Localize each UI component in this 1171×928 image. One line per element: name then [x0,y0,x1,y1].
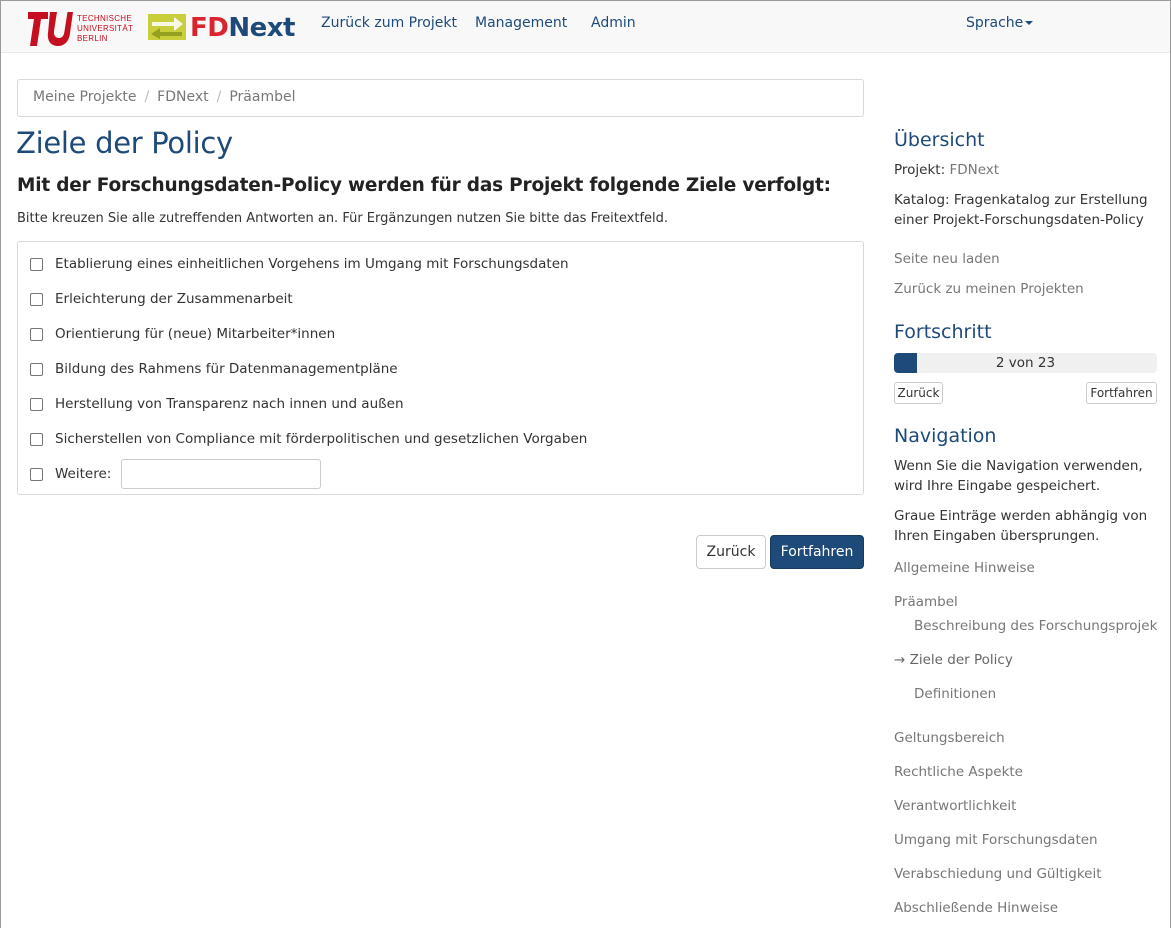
checkbox[interactable] [30,467,43,481]
top-navbar: TECHNISCHE UNIVERSITÄT BERLIN FDNext Zur… [1,1,1170,53]
breadcrumb-separator: / [216,89,222,105]
nav-item-preamble[interactable]: Präambel [894,594,958,610]
checkbox[interactable] [30,257,43,271]
page-title: Ziele der Policy [16,126,233,160]
project-info: Projekt: FDNext [894,160,1164,180]
navigation-info-1: Wenn Sie die Navigation verwenden, wird … [894,458,1143,494]
progress-heading: Fortschritt [894,321,992,343]
nav-item-definitions[interactable]: Definitionen [914,686,996,702]
checkbox[interactable] [30,292,43,306]
navigation-info-2: Graue Einträge werden abhängig von Ihren… [894,508,1148,544]
fdnext-wordmark: FDNext [190,12,295,44]
continue-button[interactable]: Fortfahren [770,535,864,569]
catalog-label: Katalog: [894,192,950,208]
option-item[interactable]: Herstellung von Transparenz nach innen u… [30,394,404,414]
breadcrumb: Meine Projekte / FDNext / Präambel [17,79,864,117]
progress-continue-button[interactable]: Fortfahren [1086,382,1157,404]
nav-item-responsibility[interactable]: Verantwortlichkeit [894,798,1016,814]
option-item[interactable]: Orientierung für (neue) Mitarbeiter*inne… [30,324,335,344]
nav-item-general-notes[interactable]: Allgemeine Hinweise [894,560,1035,576]
other-label: Weitere: [55,466,112,482]
checkbox[interactable] [30,362,43,376]
reload-link[interactable]: Seite neu laden [894,251,1000,267]
checkbox[interactable] [30,432,43,446]
options-panel: Etablierung eines einheitlichen Vorgehen… [17,241,864,495]
tu-wordmark: TECHNISCHE UNIVERSITÄT BERLIN [77,14,133,44]
tu-logo-icon [28,12,73,46]
nav-item-project-description[interactable]: Beschreibung des Forschungsprojek… [914,618,1159,634]
nav-item-final-notes[interactable]: Abschließende Hinweise [894,900,1058,916]
tu-line-1: TECHNISCHE [77,14,133,23]
nav-item-scope[interactable]: Geltungsbereich [894,730,1005,746]
language-label: Sprache [966,15,1024,31]
tu-line-3: BERLIN [77,34,108,43]
option-item[interactable]: Erleichterung der Zusammenarbeit [30,289,293,309]
fdnext-wordmark-fd: FD [190,13,229,43]
nav-item-data-handling[interactable]: Umgang mit Forschungsdaten [894,832,1098,848]
breadcrumb-separator: / [144,89,150,105]
help-text: Bitte kreuzen Sie alle zutreffenden Antw… [17,211,669,226]
option-label: Orientierung für (neue) Mitarbeiter*inne… [55,326,336,342]
tu-line-2: UNIVERSITÄT [77,24,134,33]
nav-item-legal-aspects[interactable]: Rechtliche Aspekte [894,764,1023,780]
breadcrumb-my-projects[interactable]: Meine Projekte [33,89,136,105]
caret-down-icon [1025,21,1034,25]
exchange-arrows-icon [148,14,186,40]
breadcrumb-project[interactable]: FDNext [157,89,208,105]
option-label: Sicherstellen von Compliance mit förderp… [55,431,588,447]
breadcrumb-section[interactable]: Präambel [229,89,295,105]
other-text-input[interactable] [121,459,322,489]
progress-text: 2 von 23 [995,355,1056,371]
option-item[interactable]: Bildung des Rahmens für Datenmanagementp… [30,359,398,379]
option-label: Erleichterung der Zusammenarbeit [55,291,293,307]
catalog-info: Katalog: Fragenkatalog zur Erstellung ei… [894,190,1164,230]
fdnext-wordmark-next: Next [228,13,295,43]
checkbox[interactable] [30,397,43,411]
nav-item-policy-goals-current[interactable]: → Ziele der Policy [894,652,1013,668]
back-to-projects-link[interactable]: Zurück zu meinen Projekten [894,281,1084,297]
option-item[interactable]: Sicherstellen von Compliance mit förderp… [30,429,587,449]
option-label: Herstellung von Transparenz nach innen u… [55,396,404,412]
nav-back-to-project[interactable]: Zurück zum Projekt [321,15,457,31]
project-value: FDNext [949,162,1000,178]
project-label: Projekt: [894,162,946,178]
nav-admin[interactable]: Admin [591,15,636,31]
tu-berlin-logo[interactable]: TECHNISCHE UNIVERSITÄT BERLIN [27,11,137,49]
question-text: Mit der Forschungsdaten-Policy werden fü… [17,175,831,196]
option-label: Etablierung eines einheitlichen Vorgehen… [55,256,569,272]
back-button[interactable]: Zurück [696,535,766,569]
overview-heading: Übersicht [894,129,985,151]
progress-back-button[interactable]: Zurück [894,382,943,404]
navigation-heading: Navigation [894,425,997,447]
checkbox[interactable] [30,327,43,341]
option-other[interactable]: Weitere: [30,458,322,490]
language-dropdown[interactable]: Sprache [966,15,1034,31]
nav-management[interactable]: Management [475,15,567,31]
progress-bar: 2 von 23 [894,353,1157,373]
option-label: Bildung des Rahmens für Datenmanagementp… [55,361,398,377]
nav-item-adoption-validity[interactable]: Verabschiedung und Gültigkeit [894,866,1102,882]
option-item[interactable]: Etablierung eines einheitlichen Vorgehen… [30,254,569,274]
